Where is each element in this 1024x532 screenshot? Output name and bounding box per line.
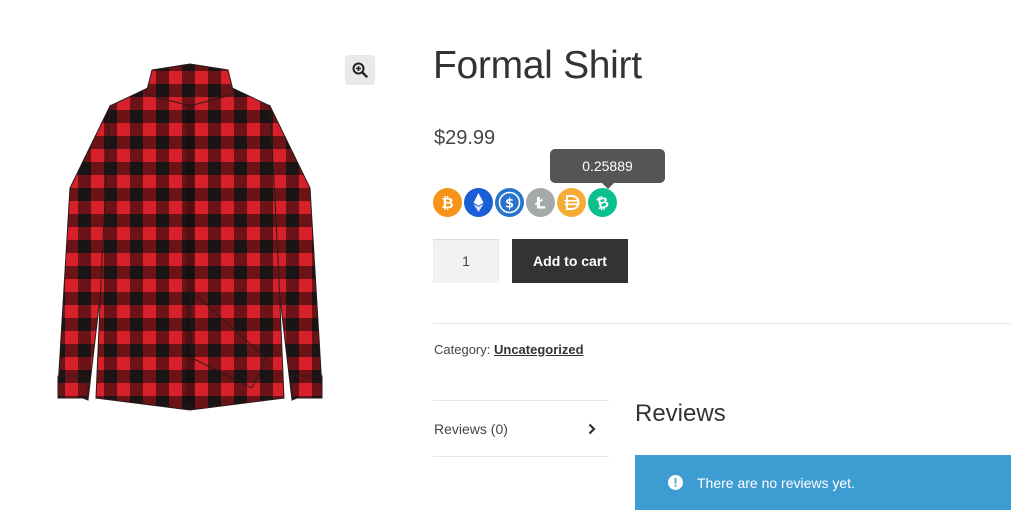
svg-text:₿: ₿ [441,194,453,212]
tab-reviews-label: Reviews (0) [434,420,508,437]
notice-text: There are no reviews yet. [697,474,855,491]
info-icon [668,475,683,490]
crypto-payment-icons: ₿ $ Ł ₿ [433,188,617,217]
product-price: $29.99 [434,127,496,149]
dai-icon[interactable] [557,188,586,217]
svg-text:Ł: Ł [534,194,545,213]
product-meta: Category: Uncategorized [434,342,584,357]
litecoin-icon[interactable]: Ł [526,188,555,217]
reviews-heading: Reviews [635,400,726,427]
chevron-right-icon [588,423,596,435]
divider [433,323,1011,324]
product-image[interactable] [52,58,328,412]
product-title: Formal Shirt [433,44,642,87]
crypto-price-tooltip: 0.25889 [550,149,665,183]
add-to-cart-button[interactable]: Add to cart [512,239,628,283]
category-label: Category: [434,342,491,357]
tab-reviews[interactable]: Reviews (0) [434,401,608,456]
bitcoin-cash-icon[interactable]: ₿ [588,188,617,217]
category-link[interactable]: Uncategorized [494,342,584,357]
tab-divider-bottom [433,456,609,457]
ethereum-icon[interactable] [464,188,493,217]
zoom-button[interactable] [345,55,375,85]
magnifier-plus-icon [352,62,368,78]
no-reviews-notice: There are no reviews yet. [635,455,1011,510]
usd-coin-icon[interactable]: $ [495,188,524,217]
bitcoin-icon[interactable]: ₿ [433,188,462,217]
svg-text:$: $ [505,197,514,212]
quantity-input[interactable] [433,239,499,283]
